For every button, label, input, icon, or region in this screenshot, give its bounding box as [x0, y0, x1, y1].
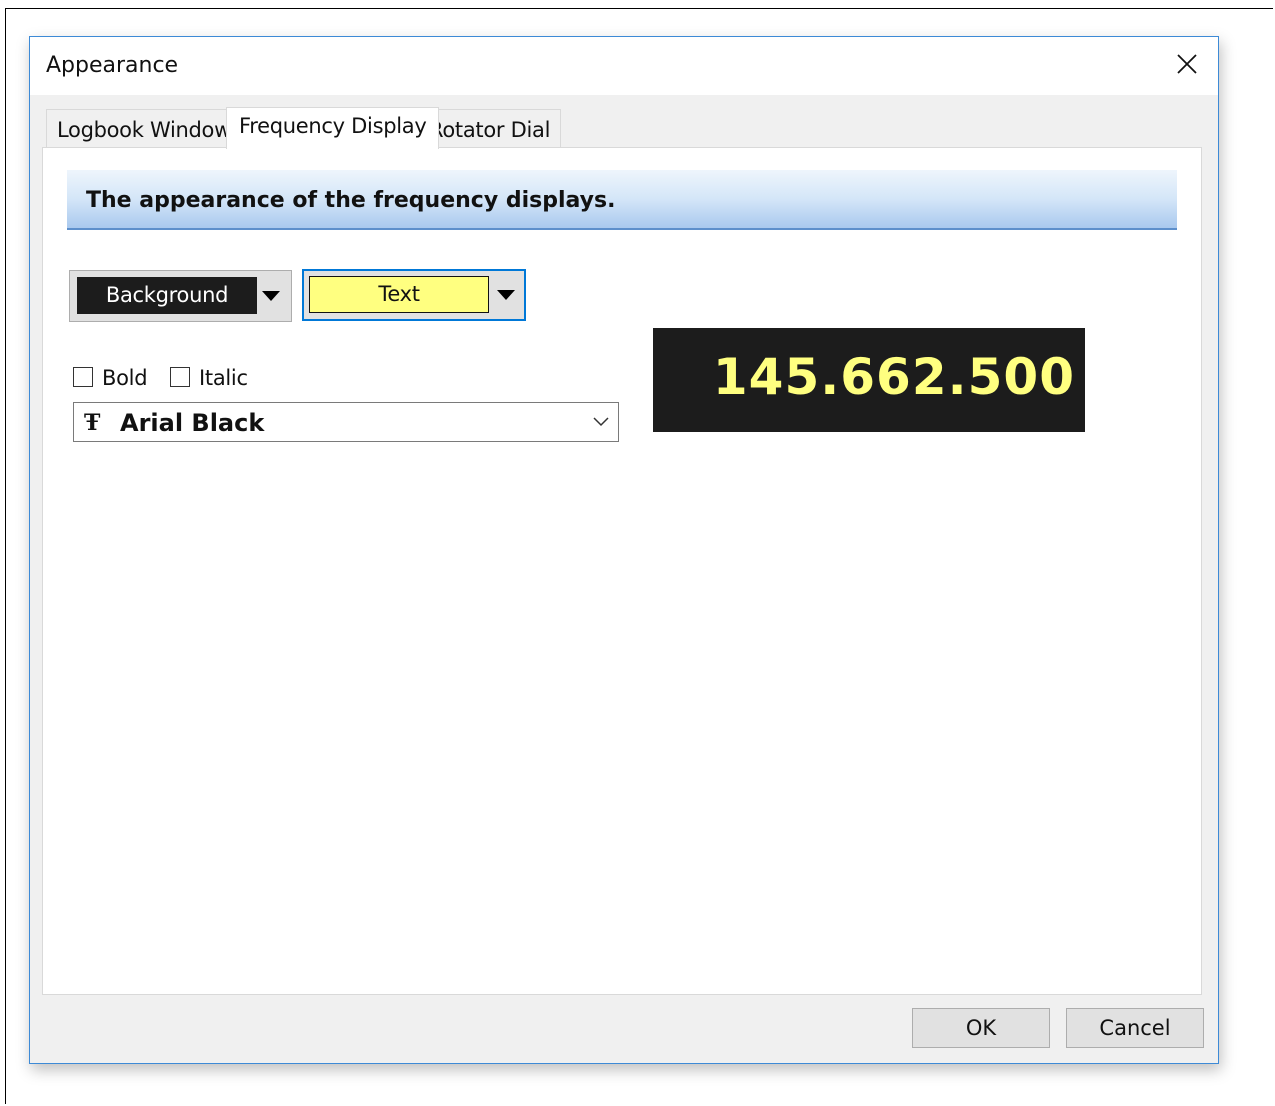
bold-checkbox-box[interactable]	[73, 367, 93, 387]
text-color-combo[interactable]: Text	[302, 269, 526, 321]
close-button[interactable]	[1158, 37, 1218, 95]
tab-logbook-window[interactable]: Logbook Window	[46, 109, 242, 147]
cancel-button[interactable]: Cancel	[1066, 1008, 1204, 1048]
chevron-down-icon	[593, 417, 609, 427]
font-select[interactable]: Ŧ Arial Black	[73, 402, 619, 442]
window-title: Appearance	[46, 53, 179, 78]
tab-page-frequency-display: The appearance of the frequency displays…	[42, 147, 1202, 995]
dropdown-arrow-icon	[262, 291, 280, 301]
ok-button[interactable]: OK	[912, 1008, 1050, 1048]
dropdown-arrow-icon	[497, 290, 515, 300]
page-header-banner: The appearance of the frequency displays…	[67, 170, 1177, 230]
text-color-swatch: Text	[309, 276, 489, 313]
background-color-swatch: Background	[77, 277, 257, 314]
frequency-preview-text: 145.662.500	[712, 348, 1075, 406]
background-color-combo[interactable]: Background	[69, 270, 292, 322]
tab-label: Rotator Dial	[429, 118, 551, 142]
page-header-text: The appearance of the frequency displays…	[86, 188, 616, 213]
frequency-preview: 145.662.500	[653, 328, 1085, 432]
close-icon	[1177, 54, 1197, 74]
tab-label: Logbook Window	[57, 118, 231, 142]
bold-checkbox-label: Bold	[102, 366, 148, 390]
tab-frequency-display[interactable]: Frequency Display	[226, 107, 440, 149]
italic-checkbox-label: Italic	[199, 366, 248, 390]
appearance-dialog: Appearance Logbook Window Frequency Disp…	[29, 36, 1219, 1064]
italic-checkbox-box[interactable]	[170, 367, 190, 387]
font-select-value: Arial Black	[120, 409, 265, 437]
tab-label: Frequency Display	[239, 114, 427, 138]
title-bar: Appearance	[30, 37, 1218, 95]
truetype-font-icon: Ŧ	[84, 410, 101, 436]
